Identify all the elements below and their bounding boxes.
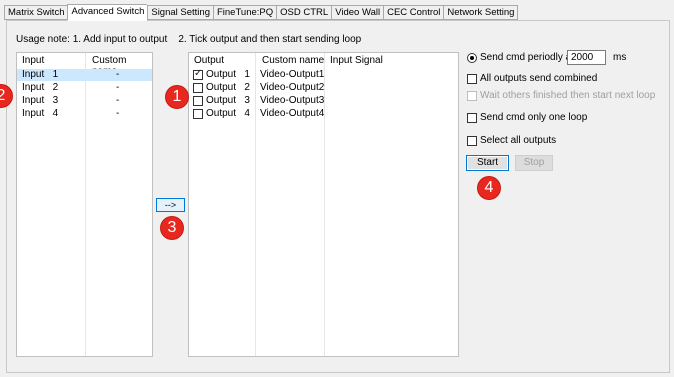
input-name: Input 1	[22, 69, 59, 80]
send-periodic-label: Send cmd periodly at	[480, 52, 574, 63]
tab-signal-setting[interactable]: Signal Setting	[147, 5, 213, 20]
output-row-3[interactable]: Output 3 Video-Output3	[189, 95, 458, 107]
period-unit-label: ms	[613, 52, 627, 63]
output-name: Output 1	[206, 69, 250, 80]
one-loop-checkbox[interactable]	[467, 113, 477, 123]
output-row-2[interactable]: Output 2 Video-Output2	[189, 82, 458, 94]
add-input-to-output-button[interactable]: -->	[156, 198, 185, 212]
select-all-outputs-checkbox[interactable]	[467, 136, 477, 146]
input-row-2[interactable]: Input 2 -	[17, 82, 152, 94]
tab-finetune-pq[interactable]: FineTune:PQ	[212, 5, 277, 20]
output-column-header: Output	[194, 55, 225, 66]
input-custom-name: -	[116, 82, 120, 93]
send-periodic-radio[interactable]	[467, 53, 477, 63]
input-row-3[interactable]: Input 3 -	[17, 95, 152, 107]
input-name: Input 3	[22, 95, 59, 106]
input-name: Input 2	[22, 82, 59, 93]
annotation-badge-1: 1	[166, 86, 188, 108]
tab-bar: Matrix Switch Advanced Switch Signal Set…	[4, 4, 519, 21]
output-custom-name-header: Custom name	[262, 55, 325, 66]
stop-button: Stop	[515, 155, 553, 171]
output-custom-name: Video-Output3	[260, 95, 325, 106]
all-outputs-combined-checkbox[interactable]	[467, 74, 477, 84]
output-name: Output 3	[206, 95, 250, 106]
wait-others-label: Wait others finished then start next loo…	[480, 90, 656, 101]
tab-osd-ctrl[interactable]: OSD CTRL	[276, 5, 332, 20]
wait-others-checkbox	[467, 91, 477, 101]
select-all-outputs-label: Select all outputs	[480, 135, 557, 146]
start-button[interactable]: Start	[466, 155, 509, 171]
output-name: Output 4	[206, 108, 250, 119]
input-signal-header: Input Signal	[330, 55, 383, 66]
output-custom-name: Video-Output2	[260, 82, 325, 93]
tab-cec-control[interactable]: CEC Control	[383, 5, 444, 20]
output-row-4[interactable]: Output 4 Video-Output4	[189, 108, 458, 120]
annotation-badge-4: 4	[478, 177, 500, 199]
tab-network-setting[interactable]: Network Setting	[443, 5, 519, 20]
input-custom-name: -	[116, 69, 120, 80]
output-custom-name: Video-Output4	[260, 108, 325, 119]
input-column-header: Input	[22, 55, 45, 66]
period-input[interactable]: 2000	[567, 50, 606, 65]
input-custom-name: -	[116, 108, 120, 119]
output-checkbox[interactable]	[193, 109, 203, 119]
output-custom-name: Video-Output1	[260, 69, 325, 80]
tab-advanced-switch[interactable]: Advanced Switch	[67, 4, 148, 21]
annotation-badge-3: 3	[161, 217, 183, 239]
input-custom-name: -	[116, 95, 120, 106]
output-checkbox[interactable]	[193, 83, 203, 93]
output-checkbox[interactable]	[193, 68, 203, 80]
output-name: Output 2	[206, 82, 250, 93]
usage-note: Usage note: 1. Add input to output 2. Ti…	[16, 34, 362, 45]
all-outputs-combined-label: All outputs send combined	[480, 73, 598, 84]
output-row-1[interactable]: Output 1 Video-Output1	[189, 68, 458, 81]
tab-matrix-switch[interactable]: Matrix Switch	[4, 5, 68, 20]
input-row-4[interactable]: Input 4 -	[17, 108, 152, 120]
output-list[interactable]: Output Custom name Input Signal Output 1…	[188, 52, 459, 357]
input-list[interactable]: Input Custom name Input 1 - Input 2 - In…	[16, 52, 153, 357]
output-checkbox[interactable]	[193, 96, 203, 106]
input-name: Input 4	[22, 108, 59, 119]
tab-video-wall[interactable]: Video Wall	[331, 5, 384, 20]
one-loop-label: Send cmd only one loop	[480, 112, 588, 123]
input-row-1[interactable]: Input 1 -	[17, 69, 152, 81]
